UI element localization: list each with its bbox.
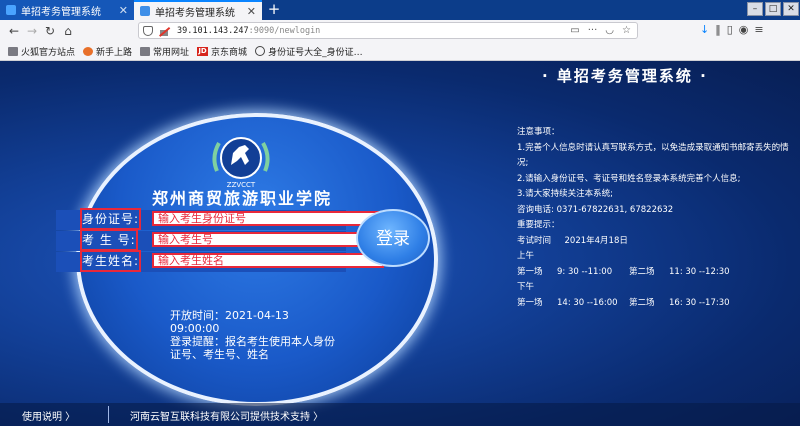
maximize-icon[interactable]: □ — [765, 2, 781, 16]
school-logo-icon: ZZVCCT — [212, 137, 270, 189]
download-icon[interactable]: ↓ — [700, 23, 709, 36]
tab-bar: 单招考务管理系统 ✕ 单招考务管理系统 ✕ + – □ ✕ — [0, 0, 800, 20]
open-info: 开放时间：2021-04-13 09:00:00 登录提醒：报名考生使用本人身份… — [170, 309, 340, 361]
session-label: 第一场 — [517, 297, 543, 308]
session-time: 9: 30 --11:00 — [557, 266, 613, 277]
tab-active[interactable]: 单招考务管理系统 ✕ — [134, 0, 262, 20]
reader-view-icon[interactable]: ▭ — [570, 25, 579, 36]
page-actions-icon[interactable]: ··· — [588, 25, 598, 36]
exam-date: 考试时间 2021年4月18日 — [517, 235, 628, 246]
sidebar-icon[interactable]: ▯ — [727, 23, 733, 36]
open-time: 开放时间：2021-04-13 09:00:00 — [170, 309, 289, 335]
account-icon[interactable]: ◉ — [739, 23, 749, 36]
close-window-icon[interactable]: ✕ — [783, 2, 799, 16]
site-favicon-icon — [140, 6, 150, 16]
session-time: 14: 30 --16:00 — [557, 297, 618, 308]
system-title: · 单招考务管理系统 · — [542, 67, 708, 85]
footer: 使用说明 〉 河南云智互联科技有限公司提供技术支持 〉 — [0, 403, 800, 426]
contact-phone: 咨询电话: 0371-67822631, 67822632 — [517, 204, 674, 215]
bookmark-item[interactable]: 身份证号大全_身份证… — [255, 45, 363, 58]
close-tab-icon[interactable]: ✕ — [247, 5, 256, 18]
session-label: 第二场 — [629, 266, 655, 277]
forward-icon[interactable]: → — [24, 23, 40, 39]
id-number-row: 身份证号: 输入考生身份证号 — [56, 208, 384, 230]
new-tab-button[interactable]: + — [266, 0, 282, 20]
bookmark-item[interactable]: 火狐官方站点 — [8, 45, 75, 58]
folder-icon — [140, 46, 151, 56]
tab-title: 单招考务管理系统 — [155, 7, 235, 19]
login-page: · 单招考务管理系统 · ZZVCCT 郑州商贸旅游职业学院 身份证号: 输入考… — [0, 61, 800, 426]
notice-item: 1.完善个人信息时请认真写联系方式，以免造成录取通知书邮寄丢失的情况; — [517, 142, 789, 169]
bookmark-item[interactable]: 新手上路 — [83, 45, 132, 58]
url-text[interactable]: 39.101.143.247:9090/newlogin — [177, 26, 320, 36]
exam-number-label: 考 生 号: — [80, 229, 138, 251]
insecure-lock-icon[interactable] — [159, 26, 169, 36]
window-controls: – □ ✕ — [746, 0, 800, 20]
exam-number-input[interactable]: 输入考生号 — [152, 232, 384, 247]
jd-icon: JD — [197, 46, 209, 56]
bookmark-star-icon[interactable]: ☆ — [622, 25, 631, 36]
tab-inactive[interactable]: 单招考务管理系统 ✕ — [0, 0, 134, 20]
id-number-label: 身份证号: — [79, 208, 142, 230]
close-tab-icon[interactable]: ✕ — [119, 4, 128, 17]
help-link[interactable]: 使用说明 〉 — [22, 408, 75, 423]
name-label: 考生姓名: — [79, 250, 142, 272]
name-input[interactable]: 输入考生姓名 — [152, 253, 384, 268]
back-icon[interactable]: ← — [6, 23, 22, 39]
login-tip: 登录提醒：报名考生使用本人身份证号、考生号、姓名 — [170, 335, 335, 361]
tab-title: 单招考务管理系统 — [21, 6, 101, 18]
name-row: 考生姓名: 输入考生姓名 — [56, 250, 384, 272]
home-icon[interactable]: ⌂ — [60, 23, 76, 39]
notice-panel: 注意事项： 1.完善个人信息时请认真写联系方式，以免造成录取通知书邮寄丢失的情况… — [517, 125, 793, 311]
minimize-icon[interactable]: – — [747, 2, 763, 16]
support-link[interactable]: 河南云智互联科技有限公司提供技术支持 〉 — [130, 408, 323, 423]
shield-icon[interactable] — [143, 25, 153, 36]
session-time: 11: 30 --12:30 — [669, 266, 730, 277]
address-bar[interactable]: 39.101.143.247:9090/newlogin ▭ ··· ◡ ☆ — [138, 22, 638, 39]
menu-icon[interactable]: ≡ — [754, 23, 763, 36]
globe-icon — [255, 46, 266, 56]
site-favicon-icon — [6, 5, 16, 15]
notice-item: 3.请大家持续关注本系统; — [517, 189, 613, 199]
session-label: 第二场 — [629, 297, 655, 308]
folder-icon — [8, 46, 18, 56]
session-label: 第一场 — [517, 266, 543, 277]
afternoon-label: 下午 — [517, 282, 535, 292]
afternoon-schedule: 第一场 14: 30 --16:00 第二场 16: 30 --17:30 — [517, 296, 793, 312]
login-button[interactable]: 登录 — [356, 209, 430, 267]
notice-heading: 注意事项： — [517, 127, 560, 137]
morning-label: 上午 — [517, 251, 535, 261]
bookmark-item[interactable]: 常用网址 — [140, 45, 189, 58]
library-icon[interactable]: ‖ — [715, 23, 721, 36]
bookmark-item[interactable]: JD 京东商城 — [197, 45, 247, 58]
school-name: 郑州商贸旅游职业学院 — [151, 189, 332, 208]
exam-number-row: 考 生 号: 输入考生号 — [56, 229, 384, 251]
notice-item: 2.请输入身份证号、考证号和姓名登录本系统完善个人信息; — [517, 173, 741, 184]
morning-schedule: 第一场 9: 30 --11:00 第二场 11: 30 --12:30 — [517, 265, 793, 281]
bookmarks-toolbar: 火狐官方站点 新手上路 常用网址 JD 京东商城 身份证号大全_身份证… — [0, 42, 800, 61]
firefox-icon — [83, 46, 94, 56]
footer-divider — [108, 406, 109, 423]
navigation-toolbar: ← → ↻ ⌂ 39.101.143.247:9090/newlogin ▭ ·… — [0, 20, 800, 43]
important-heading: 重要提示： — [517, 220, 560, 230]
id-number-input[interactable]: 输入考生身份证号 — [152, 211, 384, 226]
reload-icon[interactable]: ↻ — [42, 23, 58, 39]
pocket-icon[interactable]: ◡ — [605, 25, 614, 36]
session-time: 16: 30 --17:30 — [669, 297, 730, 308]
